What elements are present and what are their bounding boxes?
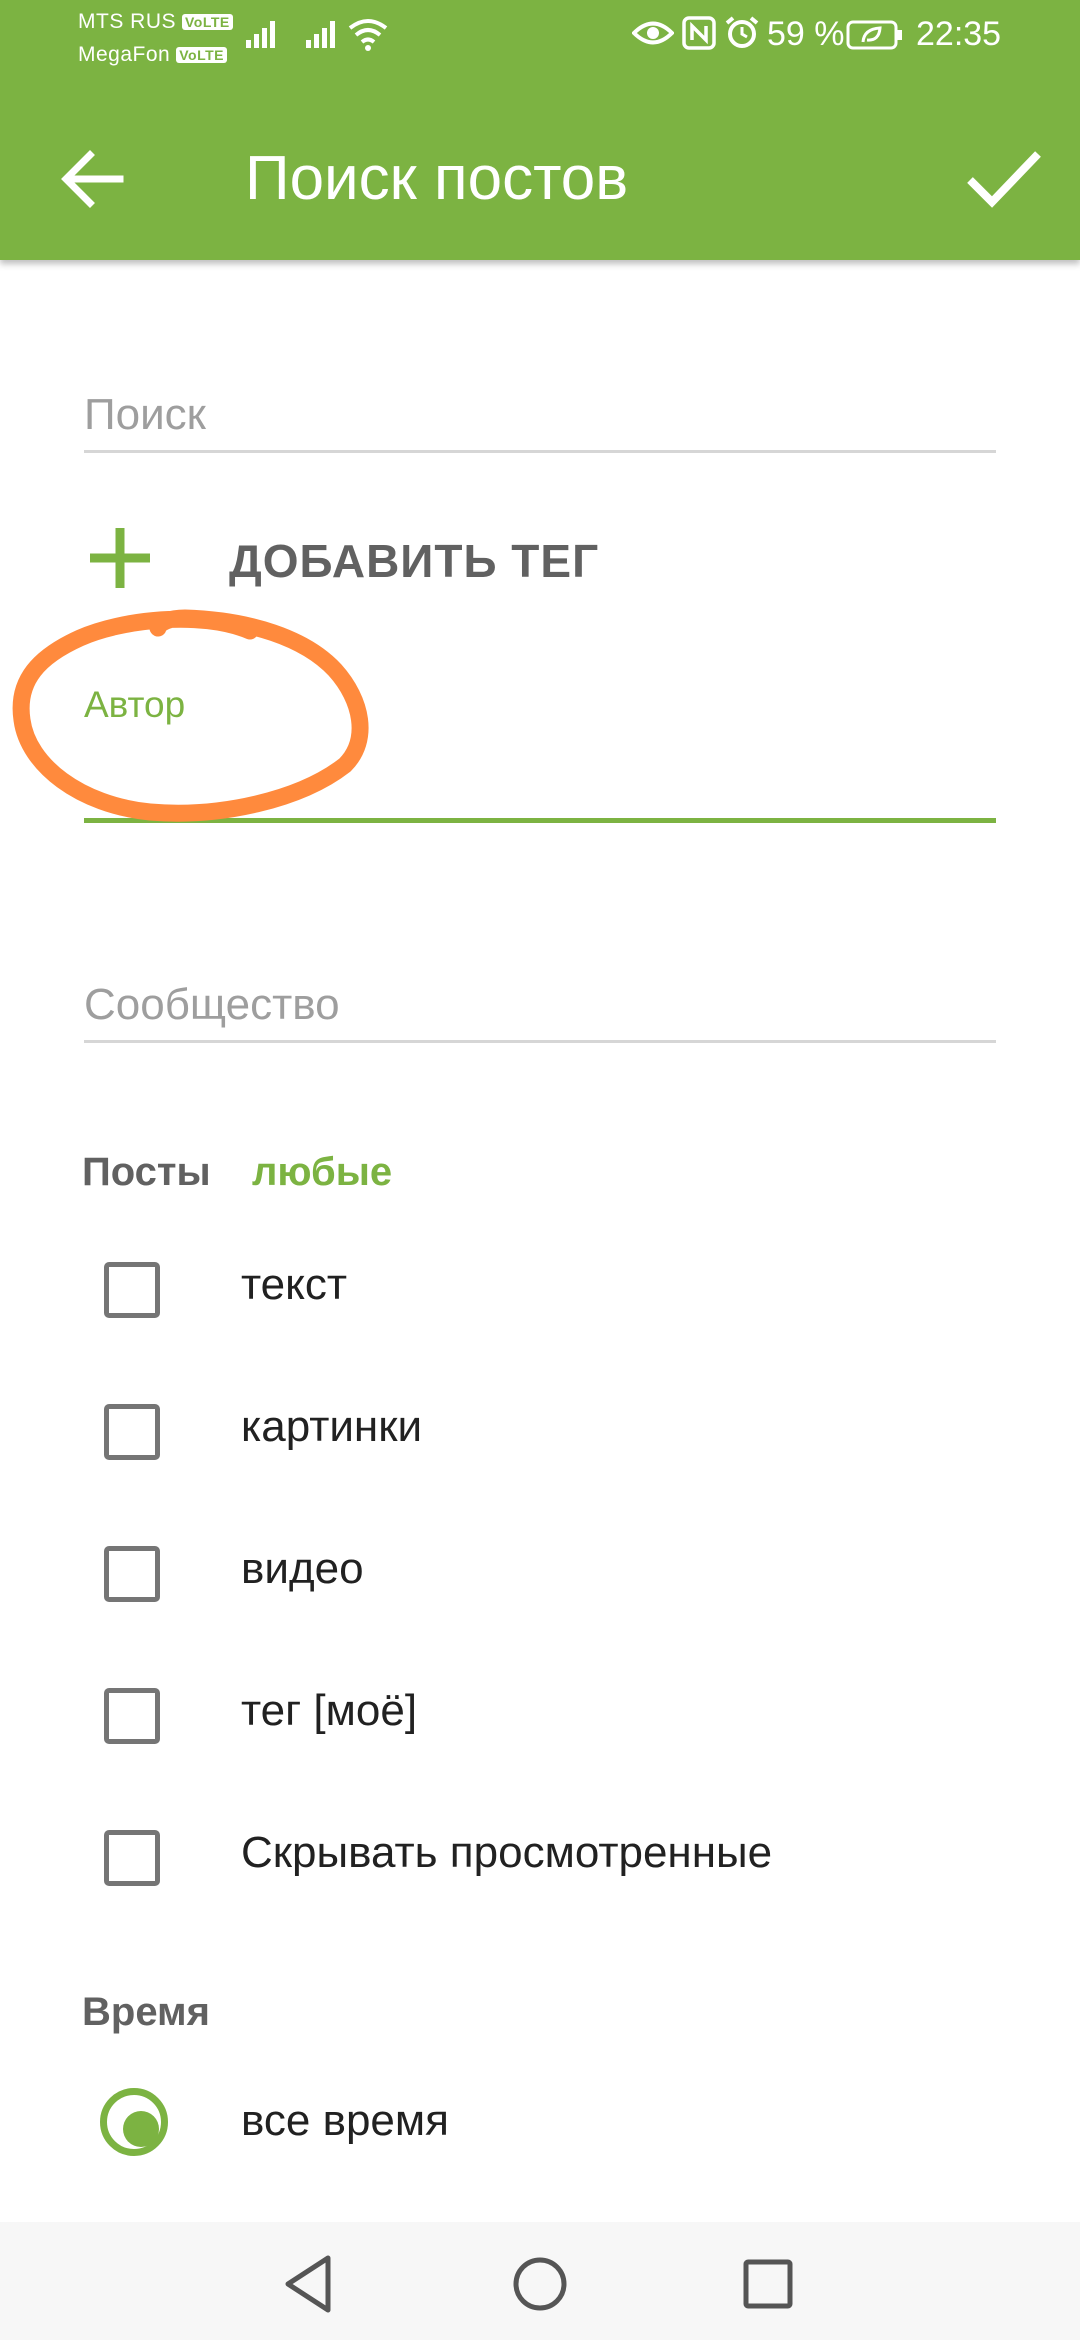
toolbar: Поиск постов — [0, 110, 1080, 230]
volte-badge: VoLTE — [182, 14, 233, 31]
radio-all-time[interactable]: все время — [100, 2088, 900, 2168]
app-bar: MTS RUS VoLTE MegaFon VoLTE 59 % 22:35 П… — [0, 0, 1080, 260]
check-icon[interactable] — [958, 132, 1048, 222]
battery-percent: 59 % — [767, 15, 845, 53]
nfc-icon — [682, 16, 716, 50]
add-tag-button[interactable]: ДОБАВИТЬ ТЕГ — [84, 520, 644, 600]
posts-filter-value[interactable]: любые — [252, 1150, 392, 1195]
recents-square-icon[interactable] — [728, 2244, 808, 2324]
checkbox-tag-mine[interactable]: тег [моё] — [104, 1682, 1004, 1762]
checkbox[interactable] — [104, 1830, 160, 1886]
author-label: Автор — [84, 684, 186, 725]
page-title: Поиск постов — [245, 144, 629, 213]
checkbox-hide-viewed[interactable]: Скрывать просмотренные — [104, 1824, 1004, 1904]
checkbox[interactable] — [104, 1688, 160, 1744]
community-field[interactable]: Сообщество — [84, 972, 996, 1052]
home-circle-icon[interactable] — [500, 2244, 580, 2324]
time-section-title: Время — [82, 1990, 210, 2034]
arrow-left-icon[interactable] — [50, 134, 140, 224]
battery-icon — [846, 20, 902, 50]
radio-selected-dot — [123, 2111, 159, 2147]
clock: 22:35 — [916, 15, 1002, 53]
checkbox-text[interactable]: текст — [104, 1256, 1004, 1336]
eye-icon — [632, 21, 674, 45]
signal-icon — [246, 21, 275, 48]
author-underline — [84, 818, 996, 823]
plus-icon — [90, 528, 150, 588]
carrier-2-name: MegaFon — [78, 43, 171, 66]
checkbox[interactable] — [104, 1546, 160, 1602]
system-nav-bar — [0, 2222, 1080, 2340]
radio-label: все время — [241, 2096, 449, 2145]
checkbox[interactable] — [104, 1262, 160, 1318]
checkbox-pictures[interactable]: картинки — [104, 1398, 1004, 1478]
checkbox-video[interactable]: видео — [104, 1540, 1004, 1620]
checkbox-label: видео — [241, 1544, 364, 1593]
search-underline — [84, 450, 996, 453]
alarm-icon — [725, 16, 759, 48]
wifi-icon — [348, 19, 388, 51]
back-triangle-icon[interactable] — [270, 2244, 350, 2324]
checkbox-label: тег [моё] — [241, 1686, 418, 1735]
volte-badge: VoLTE — [176, 47, 227, 64]
add-tag-label: ДОБАВИТЬ ТЕГ — [229, 535, 600, 587]
carrier-1: MTS RUS VoLTE — [78, 9, 233, 35]
checkbox[interactable] — [104, 1404, 160, 1460]
status-bar: MTS RUS VoLTE MegaFon VoLTE 59 % 22:35 — [0, 0, 1080, 80]
posts-section-title: Посты — [82, 1150, 211, 1194]
checkbox-label: картинки — [241, 1402, 423, 1451]
carrier-2: MegaFon VoLTE — [78, 42, 227, 68]
search-field[interactable]: Поиск — [84, 380, 996, 460]
author-field[interactable]: Автор — [84, 680, 996, 830]
carrier-1-name: MTS RUS — [78, 10, 176, 33]
radio-button[interactable] — [100, 2088, 168, 2156]
signal-icon — [306, 21, 335, 48]
checkbox-label: текст — [241, 1260, 348, 1309]
community-underline — [84, 1040, 996, 1043]
checkbox-label: Скрывать просмотренные — [241, 1828, 773, 1877]
search-placeholder: Поиск — [84, 390, 206, 439]
community-placeholder: Сообщество — [84, 980, 340, 1029]
